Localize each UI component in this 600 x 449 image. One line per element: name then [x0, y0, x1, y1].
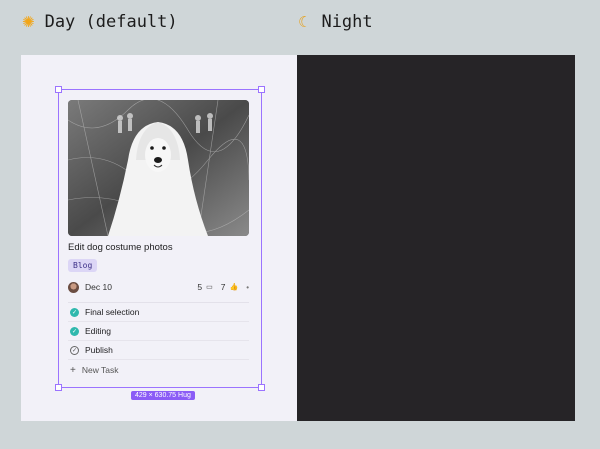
subtask-label: Final selection: [85, 307, 140, 317]
new-task-label: New Task: [81, 365, 119, 375]
comment-count: 5: [197, 282, 203, 292]
subtask-label: Publish: [85, 345, 113, 355]
night-mode-text: Night: [321, 12, 373, 32]
like-count: 7: [220, 282, 226, 292]
avatar[interactable]: [68, 281, 79, 293]
plus-icon: +: [70, 364, 76, 376]
sun-icon: ✺: [22, 13, 35, 31]
task-title: Edit dog costume photos: [68, 242, 173, 253]
subtask-item[interactable]: ✓ Editing: [68, 322, 249, 341]
moon-icon: ☾: [298, 13, 312, 31]
night-mode-label: ☾ Night: [298, 12, 373, 32]
check-circle-icon[interactable]: ✓: [70, 326, 79, 336]
subtask-label: Editing: [85, 326, 111, 336]
resize-handle-bottom-right[interactable]: [258, 384, 265, 391]
task-stats: 5 ▭ 7 👍 •: [197, 282, 249, 292]
resize-handle-top-right[interactable]: [258, 86, 265, 93]
circle-check-outline-icon[interactable]: ✓: [70, 345, 79, 355]
day-mode-text: Day (default): [44, 12, 178, 32]
task-meta: Dec 10 5 ▭ 7 👍 •: [68, 280, 249, 294]
more-icon[interactable]: •: [246, 283, 249, 292]
night-preview-panel: [297, 55, 575, 421]
resize-handle-bottom-left[interactable]: [55, 384, 62, 391]
task-card[interactable]: Edit dog costume photos Blog Dec 10 5 ▭ …: [68, 100, 249, 380]
subtask-item[interactable]: ✓ Publish: [68, 341, 249, 360]
resize-handle-top-left[interactable]: [55, 86, 62, 93]
new-task-button[interactable]: + New Task: [68, 360, 249, 380]
day-mode-label: ✺ Day (default): [22, 12, 178, 32]
comment-icon[interactable]: ▭: [206, 283, 213, 291]
subtask-item[interactable]: ✓ Final selection: [68, 303, 249, 322]
thumbs-up-icon[interactable]: 👍: [229, 283, 238, 291]
dog-ghost-photo: [68, 100, 249, 236]
size-badge: 429 × 630.75 Hug: [131, 391, 195, 400]
due-date: Dec 10: [85, 282, 112, 292]
tag-badge[interactable]: Blog: [68, 259, 98, 272]
check-circle-icon[interactable]: ✓: [70, 307, 79, 317]
